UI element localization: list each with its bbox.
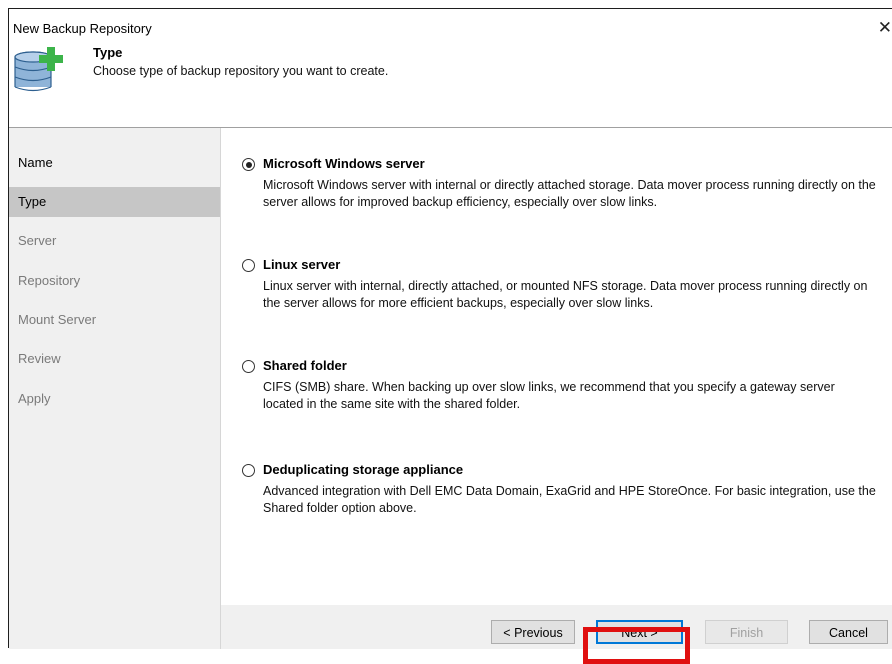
option-description: Advanced integration with Dell EMC Data …	[263, 484, 876, 515]
previous-button[interactable]: < Previous	[491, 620, 575, 644]
step-mount-server: Mount Server	[18, 312, 97, 327]
step-repository: Repository	[18, 273, 81, 288]
windows-server-radio[interactable]	[242, 158, 255, 171]
step-name[interactable]: Name	[9, 148, 220, 178]
linux-server-radio[interactable]	[242, 259, 255, 272]
title-bar: New Backup Repository ✕	[9, 9, 892, 39]
step-title: Type	[93, 45, 123, 60]
option-description: Linux server with internal, directly att…	[263, 279, 868, 310]
step-server: Server	[18, 233, 57, 248]
deduplicating-appliance-radio[interactable]	[242, 464, 255, 477]
wizard-steps-sidebar: Name Type Server Repository Mount Server…	[9, 128, 221, 649]
repository-type-options: Microsoft Windows server Microsoft Windo…	[221, 128, 892, 649]
option-description: Microsoft Windows server with internal o…	[263, 178, 876, 209]
wizard-header: Type Choose type of backup repository yo…	[9, 39, 892, 128]
window-title: New Backup Repository	[13, 21, 152, 36]
step-type[interactable]: Type	[9, 187, 220, 217]
database-add-icon	[14, 47, 63, 92]
step-review: Review	[18, 351, 61, 366]
option-title[interactable]: Microsoft Windows server	[263, 156, 425, 171]
step-subtitle: Choose type of backup repository you wan…	[93, 64, 389, 78]
new-backup-repository-dialog: New Backup Repository ✕ Type Choose type…	[8, 8, 892, 649]
finish-button: Finish	[705, 620, 788, 644]
option-description: CIFS (SMB) share. When backing up over s…	[263, 380, 835, 411]
close-icon[interactable]: ✕	[874, 17, 892, 39]
option-title[interactable]: Linux server	[263, 257, 340, 272]
next-button[interactable]: Next >	[596, 620, 683, 644]
option-title[interactable]: Shared folder	[263, 358, 347, 373]
step-apply: Apply	[18, 391, 51, 406]
cancel-button[interactable]: Cancel	[809, 620, 888, 644]
option-title[interactable]: Deduplicating storage appliance	[263, 462, 463, 477]
shared-folder-radio[interactable]	[242, 360, 255, 373]
wizard-footer: < Previous Next > Finish Cancel	[221, 605, 892, 649]
